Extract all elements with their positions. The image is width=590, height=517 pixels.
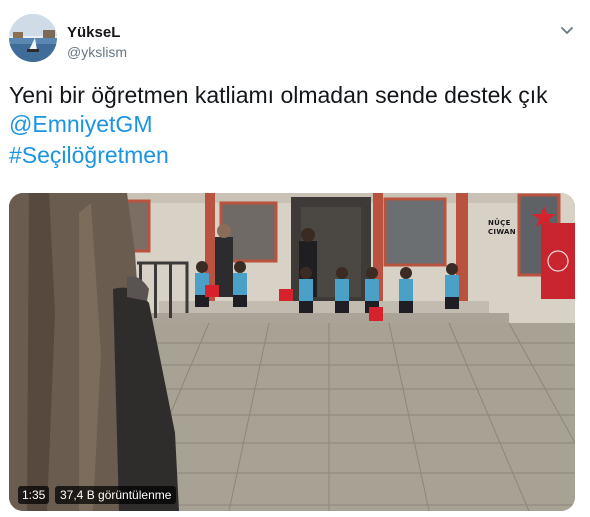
video-duration-badge: 1:35 (18, 486, 50, 504)
chevron-down-icon[interactable] (558, 22, 576, 40)
watermark-line1: NÛÇE (488, 219, 511, 227)
view-count-badge: 37,4 B görüntülenme (55, 486, 177, 504)
watermark-line2: CIWAN (488, 228, 516, 236)
tweet-text: Yeni bir öğretmen katliamı olmadan sende… (9, 82, 548, 108)
avatar[interactable] (9, 14, 57, 62)
author-name[interactable]: YükseL (67, 24, 120, 41)
tweet-card: YükseL @ykslism Yeni bir öğretmen katlia… (0, 0, 590, 517)
author-handle[interactable]: @ykslism (67, 44, 127, 60)
mention-link[interactable]: @EmniyetGM (9, 109, 152, 139)
hashtag-link[interactable]: #Seçilöğretmen (9, 140, 169, 170)
watermark: NÛÇE CIWAN (488, 219, 540, 241)
